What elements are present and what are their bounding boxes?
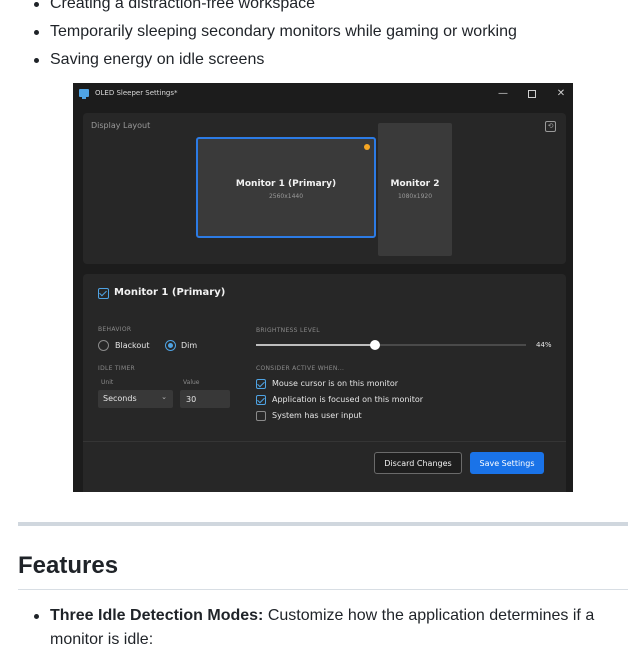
list-item: Saving energy on idle screens — [30, 46, 630, 74]
list-item: Temporarily sleeping secondary monitors … — [30, 18, 630, 46]
app-focused-label: Application is focused on this monitor — [272, 395, 424, 404]
list-item: Creating a distraction-free workspace — [30, 0, 630, 18]
app-focused-checkbox[interactable] — [256, 395, 266, 405]
brightness-slider-thumb[interactable] — [369, 340, 380, 350]
horizontal-rule — [18, 522, 628, 526]
idle-value-input[interactable] — [180, 390, 230, 408]
monitor-2-tile[interactable]: Monitor 2 1080x1920 — [378, 123, 452, 256]
unit-label: Unit — [101, 379, 114, 386]
feature-title: Three Idle Detection Modes: — [50, 607, 264, 624]
brightness-slider[interactable] — [256, 340, 526, 350]
monitor-name: Monitor 1 (Primary) — [235, 179, 337, 189]
list-item: Three Idle Detection Modes: Customize ho… — [30, 604, 610, 652]
feature-list: Three Idle Detection Modes: Customize ho… — [30, 604, 610, 652]
monitor-name: Monitor 2 — [390, 179, 440, 189]
consider-active-label: CONSIDER ACTIVE WHEN... — [256, 365, 345, 372]
dim-radio[interactable] — [165, 340, 176, 351]
mouse-cursor-checkbox[interactable] — [256, 379, 266, 389]
monitor-settings-title: Monitor 1 (Primary) — [114, 287, 226, 298]
user-input-checkbox[interactable] — [256, 411, 266, 421]
monitor-resolution: 2560x1440 — [268, 193, 304, 200]
save-settings-button[interactable]: Save Settings — [470, 452, 544, 474]
unit-select[interactable]: Seconds ⌄ — [98, 390, 173, 408]
maximize-icon — [528, 90, 536, 98]
mouse-cursor-label: Mouse cursor is on this monitor — [272, 379, 399, 388]
active-indicator-dot — [364, 144, 370, 150]
brightness-slider-fill — [256, 344, 375, 346]
monitor-settings-panel: Monitor 1 (Primary) BEHAVIOR Blackout Di… — [83, 274, 566, 492]
unit-select-value: Seconds — [103, 394, 137, 403]
heading-underline — [18, 589, 628, 590]
chevron-down-icon: ⌄ — [161, 393, 167, 401]
close-button[interactable]: ✕ — [554, 87, 568, 101]
user-input-label: System has user input — [272, 411, 362, 420]
monitor-1-tile[interactable]: Monitor 1 (Primary) 2560x1440 — [196, 137, 376, 238]
monitor-icon — [79, 89, 89, 99]
refresh-icon[interactable]: ⟲ — [545, 121, 556, 132]
blackout-radio[interactable] — [98, 340, 109, 351]
minimize-button[interactable]: — — [496, 87, 510, 101]
dim-label: Dim — [181, 341, 198, 350]
brightness-value: 44% — [536, 341, 552, 349]
display-layout-panel: Display Layout ⟲ Monitor 1 (Primary) 256… — [83, 113, 566, 264]
behavior-label: BEHAVIOR — [98, 326, 132, 333]
blackout-label: Blackout — [115, 341, 150, 350]
divider — [83, 441, 566, 442]
display-layout-label: Display Layout — [91, 121, 151, 130]
features-heading: Features — [18, 552, 119, 579]
window-title: OLED Sleeper Settings* — [95, 89, 178, 97]
maximize-button[interactable] — [525, 87, 539, 101]
app-window-screenshot: OLED Sleeper Settings* — ✕ Display Layou… — [73, 83, 573, 492]
monitor-enabled-checkbox[interactable] — [98, 288, 109, 299]
idle-timer-label: IDLE TIMER — [98, 365, 136, 372]
monitor-resolution: 1080x1920 — [397, 193, 433, 200]
use-case-list: Creating a distraction-free workspace Te… — [30, 0, 630, 74]
discard-changes-button[interactable]: Discard Changes — [374, 452, 462, 474]
brightness-label: BRIGHTNESS LEVEL — [256, 327, 320, 334]
title-bar: OLED Sleeper Settings* — ✕ — [73, 83, 573, 105]
value-label: Value — [183, 379, 200, 386]
